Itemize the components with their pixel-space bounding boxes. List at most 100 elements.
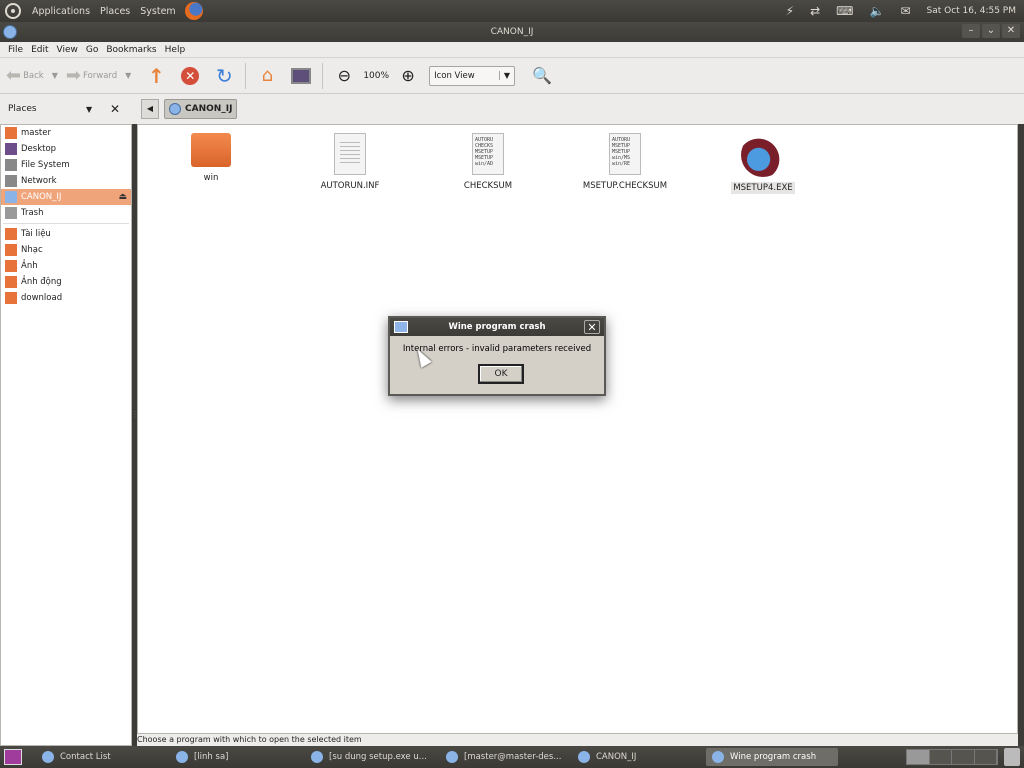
sidebar-item[interactable]: CANON_IJ ⏏ — [1, 189, 131, 205]
app-icon — [311, 751, 323, 763]
sidebar-item[interactable]: download — [1, 290, 131, 306]
forward-button[interactable]: ➡ Forward ▼ — [66, 65, 131, 86]
search-button[interactable]: 🔍 — [531, 65, 553, 87]
reload-button[interactable]: ↻ — [213, 64, 235, 88]
taskbar-item[interactable]: [master@master-des... — [440, 748, 567, 766]
taskbar-item[interactable]: Contact List — [36, 748, 117, 766]
close-icon[interactable]: ✕ — [1002, 24, 1020, 38]
zoom-level[interactable]: 100% — [363, 71, 389, 81]
dialog-titlebar[interactable]: Wine program crash ✕ — [390, 318, 604, 336]
maximize-icon[interactable]: ⌄ — [982, 24, 1000, 38]
path-back-button[interactable]: ◀ — [141, 99, 159, 119]
workspace-switcher[interactable] — [906, 749, 998, 765]
back-button[interactable]: ⬅ Back ▼ — [6, 65, 58, 86]
close-icon[interactable]: ✕ — [584, 320, 600, 334]
file-item[interactable]: AUTORU MSETUP MSETUP win/MS win/RE MSETUP.CHE… — [570, 133, 680, 191]
app-icon — [42, 751, 54, 763]
sidebar-header: Places ▼ ✕ — [0, 94, 134, 124]
breadcrumb[interactable]: CANON_IJ — [164, 99, 238, 119]
bottom-panel: Contact List [linh sa] [su dung setup.exe … — [0, 746, 1024, 768]
preview-line: win/RE — [612, 161, 631, 167]
sidebar-item[interactable]: Nhạc — [1, 242, 131, 258]
sidebar-item-label: Tài liệu — [21, 229, 51, 239]
menu-system[interactable]: System — [135, 6, 180, 17]
menu-file[interactable]: File — [4, 45, 27, 55]
computer-button[interactable] — [290, 65, 312, 87]
sidebar-item-label: Ảnh — [21, 261, 38, 271]
menu-bookmarks[interactable]: Bookmarks — [102, 45, 160, 55]
minimize-icon[interactable]: – — [962, 24, 980, 38]
app-icon — [712, 751, 724, 763]
menu-view[interactable]: View — [53, 45, 82, 55]
sidebar-separator — [3, 223, 129, 224]
sidebar-item[interactable]: master — [1, 125, 131, 141]
taskbar-item[interactable]: [su dung setup.exe u... — [305, 748, 433, 766]
ok-button[interactable]: OK — [478, 364, 524, 384]
trash-icon[interactable] — [1004, 748, 1020, 766]
mail-icon[interactable]: ✉ — [900, 4, 910, 18]
firefox-icon[interactable] — [184, 2, 203, 20]
window-controls: – ⌄ ✕ — [962, 24, 1020, 38]
top-panel: Applications Places System ⚡ ⇄ ⌨ 🔈 ✉ Sat… — [0, 0, 1024, 22]
taskbar-label: Wine program crash — [730, 752, 817, 762]
back-dropdown-icon[interactable]: ▼ — [52, 71, 58, 80]
stop-button[interactable]: ✕ — [179, 65, 201, 87]
taskbar-item[interactable]: [linh sa] — [170, 748, 234, 766]
toolbar: ⬅ Back ▼ ➡ Forward ▼ ↑ ✕ ↻ ⌂ ⊖ 100% ⊕ Ic… — [0, 58, 1024, 94]
menu-help[interactable]: Help — [161, 45, 190, 55]
sidebar-item-label: Ảnh động — [21, 277, 62, 287]
ubuntu-logo-icon[interactable] — [5, 3, 21, 19]
sidebar-item[interactable]: Network — [1, 173, 131, 189]
text-file-icon: AUTORU CHECKS MSETUP MSETUP win/AD — [472, 133, 504, 175]
location-bar: Places ▼ ✕ ◀ CANON_IJ — [0, 94, 1024, 124]
eject-icon[interactable]: ⏏ — [118, 192, 127, 202]
up-button[interactable]: ↑ — [145, 63, 167, 88]
taskbar-item[interactable]: CANON_IJ — [572, 748, 642, 766]
menu-go[interactable]: Go — [82, 45, 102, 55]
window-title: CANON_IJ — [490, 27, 534, 37]
file-view: win AUTORUN.INF AUTORU CHECKS MSETUP MSETUP wi… — [137, 124, 1018, 734]
sidebar-item-label: File System — [21, 160, 70, 170]
sidebar-item[interactable]: File System — [1, 157, 131, 173]
home-icon: ⌂ — [261, 65, 274, 86]
show-desktop-icon[interactable] — [4, 749, 22, 765]
sidebar-item[interactable]: Ảnh — [1, 258, 131, 274]
menu-edit[interactable]: Edit — [27, 45, 52, 55]
document-icon — [334, 133, 366, 175]
zoom-out-button[interactable]: ⊖ — [333, 65, 355, 87]
forward-dropdown-icon[interactable]: ▼ — [125, 71, 131, 80]
sidebar-item-label: Trash — [21, 208, 44, 218]
sidebar-item[interactable]: Ảnh động — [1, 274, 131, 290]
network-icon[interactable]: ⇄ — [810, 4, 820, 18]
sidebar-item[interactable]: Tài liệu — [1, 226, 131, 242]
window-titlebar[interactable]: CANON_IJ – ⌄ ✕ — [0, 22, 1024, 42]
folder-icon — [5, 244, 17, 256]
cdrom-icon — [169, 103, 181, 115]
volume-icon[interactable]: 🔈 — [870, 4, 885, 18]
zoom-in-icon: ⊕ — [401, 66, 415, 85]
menubar: File Edit View Go Bookmarks Help — [0, 42, 1024, 58]
sidebar-item[interactable]: Trash — [1, 205, 131, 221]
app-icon — [176, 751, 188, 763]
menu-applications[interactable]: Applications — [27, 6, 95, 17]
sidebar-title[interactable]: Places — [8, 104, 37, 114]
taskbar-item[interactable]: Wine program crash — [706, 748, 838, 766]
home-button[interactable]: ⌂ — [256, 65, 278, 87]
menu-places[interactable]: Places — [95, 6, 135, 17]
file-item[interactable]: MSETUP4.EXE — [708, 133, 818, 194]
file-item[interactable]: AUTORU CHECKS MSETUP MSETUP win/AD CHECKSUM — [433, 133, 543, 191]
file-item[interactable]: win — [156, 133, 266, 183]
status-icon[interactable]: ⚡ — [786, 4, 794, 18]
file-item[interactable]: AUTORUN.INF — [295, 133, 405, 191]
search-icon: 🔍 — [532, 66, 553, 85]
zoom-in-button[interactable]: ⊕ — [397, 65, 419, 87]
sidebar-close-icon[interactable]: ✕ — [110, 102, 120, 116]
folder-icon — [191, 133, 231, 167]
clock[interactable]: Sat Oct 16, 4:55 PM — [927, 6, 1016, 16]
sidebar-dropdown-icon[interactable]: ▼ — [86, 105, 92, 114]
up-arrow-icon: ↑ — [147, 63, 165, 88]
keyboard-icon[interactable]: ⌨ — [836, 4, 853, 18]
sidebar-item[interactable]: Desktop — [1, 141, 131, 157]
taskbar-label: [su dung setup.exe u... — [329, 752, 427, 762]
view-mode-select[interactable]: Icon View ▼ — [429, 65, 516, 86]
